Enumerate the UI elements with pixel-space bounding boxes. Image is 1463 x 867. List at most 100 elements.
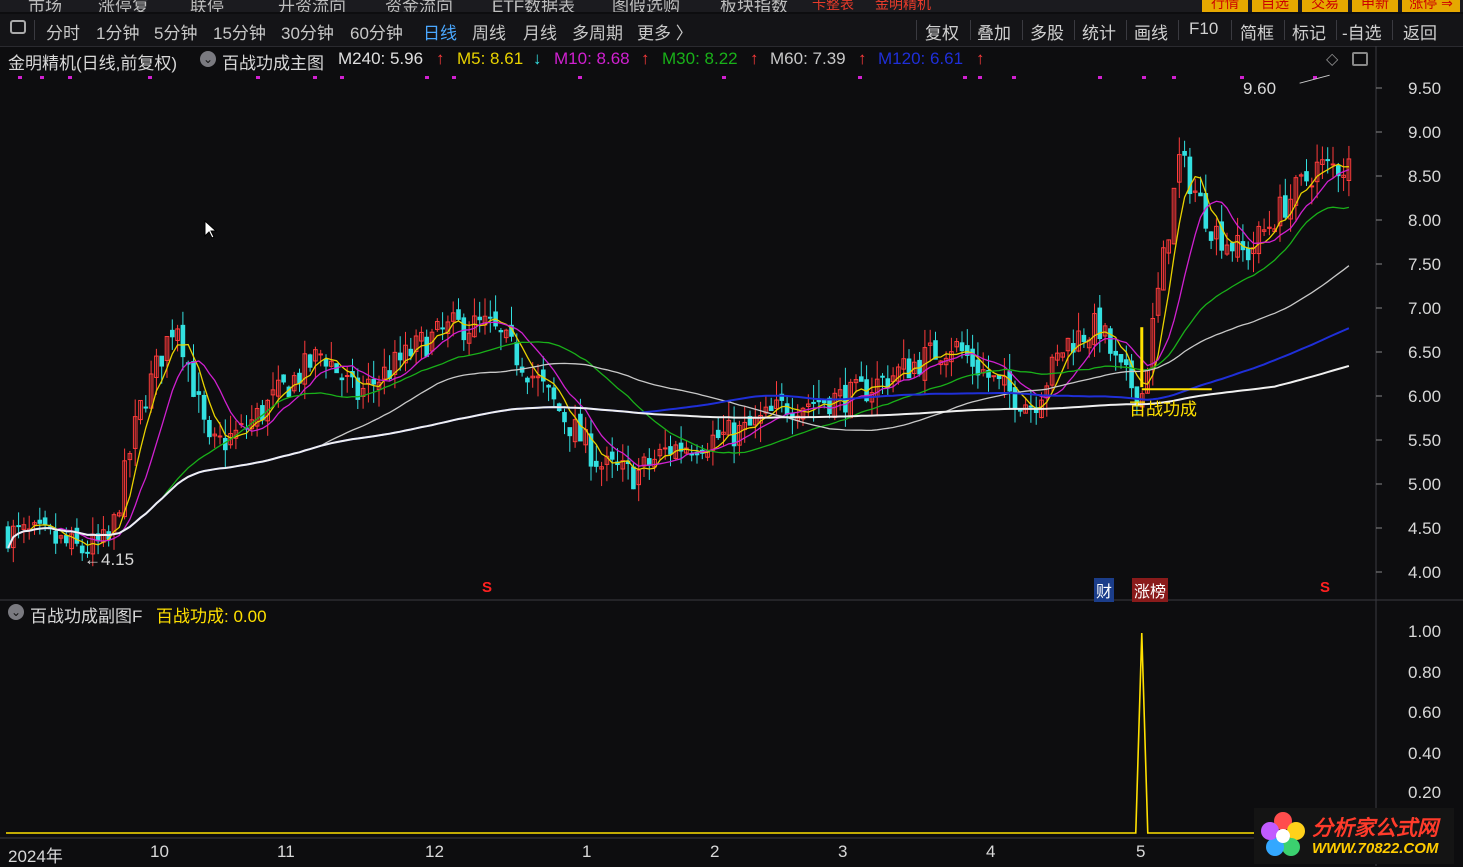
s-marker[interactable]: S xyxy=(1320,579,1330,596)
candle-body xyxy=(170,329,175,338)
simple-frame-button[interactable]: 简框 xyxy=(1240,19,1274,44)
tab-daily[interactable]: 日线 xyxy=(423,19,457,44)
candle-body xyxy=(832,392,838,418)
f10-button[interactable]: F10 xyxy=(1189,19,1218,39)
candle-body xyxy=(291,375,297,392)
draw-button[interactable]: 画线 xyxy=(1134,19,1168,44)
candle-body xyxy=(784,403,790,415)
window-toggle-icon[interactable] xyxy=(1352,52,1368,66)
sub-tick: 0.40 xyxy=(1408,744,1442,763)
candle-body xyxy=(1219,221,1225,251)
tab-more[interactable]: 更多 〉 xyxy=(637,19,693,44)
sub-tick: 0.60 xyxy=(1408,703,1442,722)
candlestick-chart[interactable] xyxy=(0,0,1463,866)
tab-5min[interactable]: 5分钟 xyxy=(154,19,197,44)
candle-body xyxy=(482,315,488,326)
dropdown-chevron-icon[interactable]: ⌄ xyxy=(200,51,216,67)
indicator-name[interactable]: 百战功成主图 xyxy=(222,49,324,74)
candle-body xyxy=(710,434,716,451)
candle-body xyxy=(938,360,944,366)
tab-intraday[interactable]: 分时 xyxy=(46,19,80,44)
candle-body xyxy=(546,384,551,388)
ipo-button[interactable]: 申新 xyxy=(1352,0,1398,12)
menu-item-red[interactable]: 卡整表 xyxy=(812,0,854,12)
signal-dot xyxy=(1098,76,1102,79)
candle-body xyxy=(1240,241,1246,251)
candle-body xyxy=(1277,196,1283,227)
menu-item[interactable]: 图假选购 xyxy=(612,0,680,12)
candle-body xyxy=(609,451,615,460)
time-tick: 2 xyxy=(710,842,720,861)
tab-60min[interactable]: 60分钟 xyxy=(350,19,403,44)
add-watchlist-button[interactable]: -自选 xyxy=(1342,19,1382,44)
tab-multi-period[interactable]: 多周期 xyxy=(572,19,623,44)
stats-button[interactable]: 统计 xyxy=(1082,19,1116,44)
menu-item[interactable]: 联停 xyxy=(190,0,224,12)
menu-item[interactable]: 资金流向 xyxy=(385,0,453,12)
signal-dot xyxy=(1313,76,1317,79)
price-tick: 6.00 xyxy=(1408,387,1442,406)
adjust-button[interactable]: 复权 xyxy=(925,19,959,44)
candle-body xyxy=(678,442,684,452)
candle-body xyxy=(440,327,445,330)
candle-body xyxy=(578,413,583,442)
multi-stock-button[interactable]: 多股 xyxy=(1030,19,1064,44)
finance-marker[interactable]: 财 xyxy=(1094,578,1115,602)
tab-15min[interactable]: 15分钟 xyxy=(213,19,266,44)
menu-item[interactable]: 涨停复 xyxy=(98,0,149,12)
diamond-icon[interactable]: ◇ xyxy=(1326,49,1338,69)
candle-body xyxy=(922,347,928,381)
candle-body xyxy=(1336,165,1341,177)
menu-item[interactable]: 板块指数 xyxy=(720,0,788,12)
candle-body xyxy=(1198,192,1203,197)
candle-body xyxy=(1124,359,1129,366)
candle-body xyxy=(790,412,795,419)
tab-monthly[interactable]: 月线 xyxy=(523,19,557,44)
candle-body xyxy=(583,429,589,446)
candle-body xyxy=(1060,352,1066,358)
candle-body xyxy=(127,453,133,461)
candle-body xyxy=(657,448,663,457)
candle-body xyxy=(64,535,69,544)
mark-button[interactable]: 标记 xyxy=(1292,19,1326,44)
candle-body xyxy=(721,431,726,435)
candle-body xyxy=(625,460,631,465)
candle-body xyxy=(1298,174,1304,177)
back-button[interactable]: 返回 xyxy=(1403,19,1437,44)
s-marker[interactable]: S xyxy=(482,579,492,596)
watchlist-button[interactable]: 自选 xyxy=(1252,0,1298,12)
tab-1min[interactable]: 1分钟 xyxy=(96,19,139,44)
signal-dot xyxy=(978,76,982,79)
candle-body xyxy=(737,424,742,446)
tab-30min[interactable]: 30分钟 xyxy=(281,19,334,44)
menu-item[interactable]: 市场 xyxy=(28,0,62,12)
menu-item[interactable]: 开资流向 xyxy=(278,0,346,12)
limit-list-marker[interactable]: 涨榜 xyxy=(1132,578,1169,602)
candle-body xyxy=(228,433,233,446)
trade-button[interactable]: 交易 xyxy=(1302,0,1348,12)
candles xyxy=(5,137,1352,567)
overlay-button[interactable]: 叠加 xyxy=(977,19,1011,44)
limit-up-button[interactable]: 涨停 ⇒ xyxy=(1402,0,1460,12)
candle-body xyxy=(419,331,424,342)
panel-toggle-icon[interactable] xyxy=(10,20,26,34)
candle-body xyxy=(1150,317,1156,370)
market-button[interactable]: 行情 xyxy=(1202,0,1248,12)
time-tick: 12 xyxy=(425,842,444,861)
legend-m30: M30: 8.22 xyxy=(662,49,738,68)
chart-title[interactable]: 金明精机(日线,前复权) xyxy=(8,49,177,74)
candle-body xyxy=(742,421,748,431)
candle-body xyxy=(143,406,149,409)
menu-item-red[interactable]: 金明精机 xyxy=(875,0,931,12)
candle-body xyxy=(890,375,896,383)
menu-item[interactable]: ETF数据表 xyxy=(492,0,575,12)
signal-dot xyxy=(18,76,22,79)
sub-indicator-name[interactable]: 百战功成副图F xyxy=(30,602,142,627)
candle-body xyxy=(132,416,138,449)
dropdown-chevron-icon[interactable]: ⌄ xyxy=(8,604,24,620)
candle-body xyxy=(1245,247,1251,261)
tab-weekly[interactable]: 周线 xyxy=(472,19,506,44)
candle-body xyxy=(498,329,504,333)
candle-body xyxy=(159,355,164,367)
candle-body xyxy=(48,526,53,530)
